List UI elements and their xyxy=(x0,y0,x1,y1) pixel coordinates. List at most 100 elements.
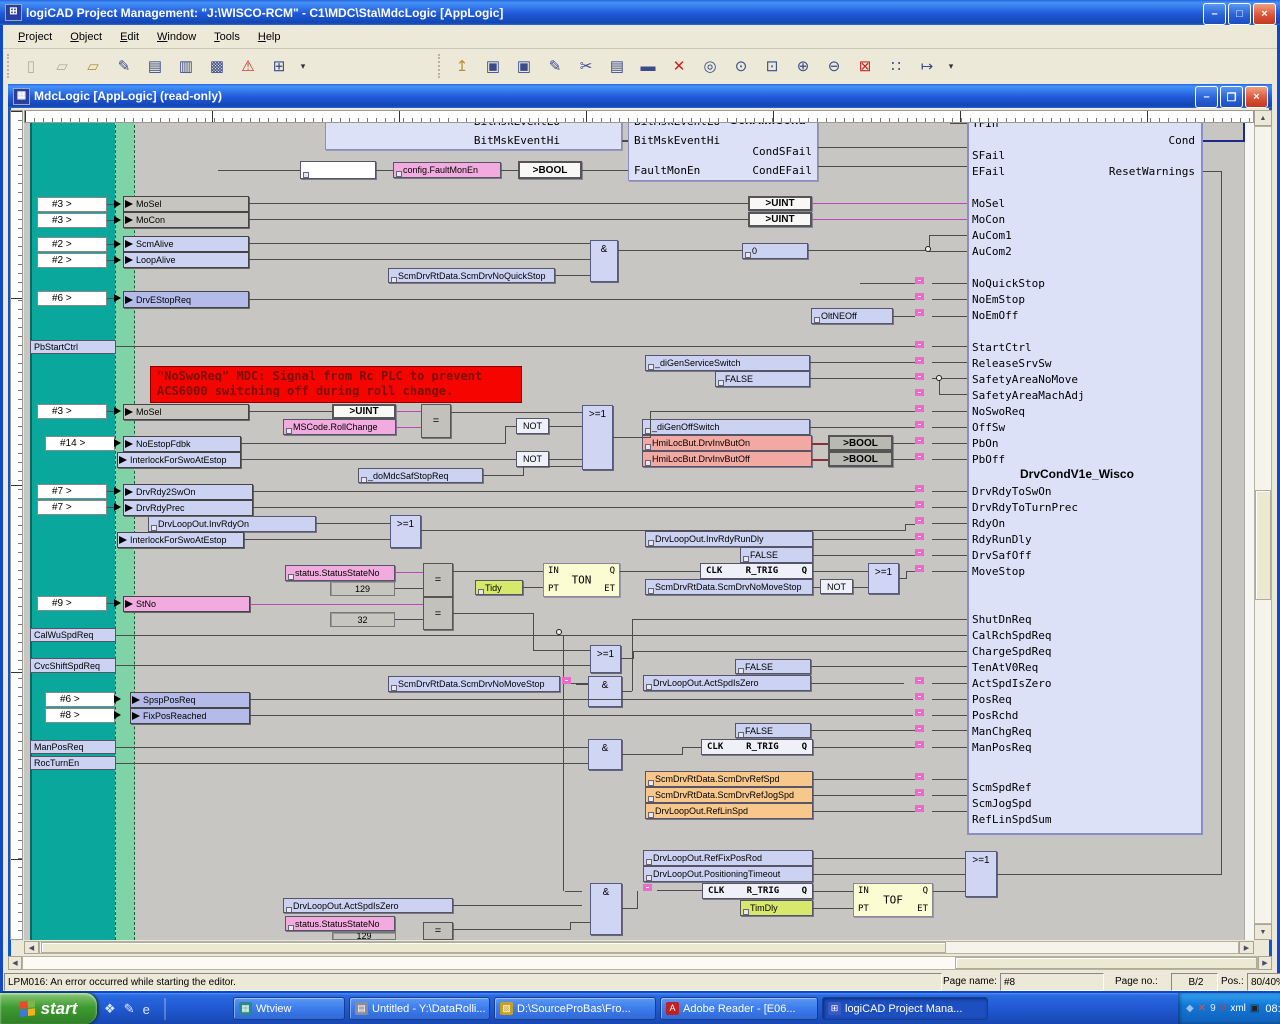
connector-tag-2[interactable]: #2 > xyxy=(37,237,107,252)
bool[interactable]: >BOOL xyxy=(518,161,582,179)
drvloopout-reffixposrod[interactable]: DrvLoopOut.RefFixPosRod xyxy=(643,850,813,866)
new-document-button[interactable]: ▯ xyxy=(17,53,45,80)
1[interactable]: >=1 xyxy=(582,405,613,470)
new-window-dropdown[interactable]: ▾ xyxy=(296,53,310,80)
menu-tools[interactable]: Tools xyxy=(207,29,247,45)
129[interactable]: 129 xyxy=(330,581,395,596)
child-minimize-button[interactable]: – xyxy=(1195,86,1218,108)
digenserviceswitch[interactable]: _diGenServiceSwitch xyxy=(645,355,810,371)
hmilocbut-drvinvbutoff[interactable]: HmiLocBut.DrvInvButOff xyxy=(642,451,812,467)
connector-tag-2[interactable]: #2 > xyxy=(37,253,107,268)
zoom-in-button[interactable]: ⊕ xyxy=(789,53,817,80)
digenoffswitch[interactable]: _diGenOffSwitch xyxy=(642,419,810,435)
scroll-left-button[interactable]: ◀ xyxy=(24,941,39,954)
32[interactable]: 32 xyxy=(330,612,395,627)
parent-folder-button[interactable]: ↥ xyxy=(448,53,476,80)
tray-icon-1[interactable]: ◆ xyxy=(1186,1003,1194,1015)
connection-dropdown[interactable]: ▾ xyxy=(944,53,958,80)
node[interactable]: = xyxy=(421,404,451,438)
bool[interactable]: >BOOL xyxy=(828,451,893,467)
connector-tag-3[interactable]: #3 > xyxy=(37,197,107,212)
false[interactable]: FALSE xyxy=(735,723,811,738)
drvloopout-invrdyon[interactable]: DrvLoopOut.InvRdyOn xyxy=(148,516,316,532)
save-button[interactable]: ▣ xyxy=(479,53,507,80)
mosel[interactable]: MoSel xyxy=(123,196,249,212)
drvrdyprec[interactable]: DrvRdyPrec xyxy=(123,500,253,516)
taskbar-item-adobe-reader-e06[interactable]: AAdobe Reader - [E06... xyxy=(660,997,818,1020)
zoom-window-button[interactable]: ⊡ xyxy=(758,53,786,80)
not[interactable]: NOT xyxy=(516,451,549,467)
manposreq[interactable]: ManPosReq xyxy=(30,740,116,754)
tray-icon-5[interactable]: xml xyxy=(1230,1003,1246,1015)
connector-tag-3[interactable]: #3 > xyxy=(37,213,107,228)
129[interactable]: 129 xyxy=(332,932,396,940)
copy-button[interactable]: ▤ xyxy=(603,53,631,80)
close-button[interactable]: × xyxy=(1253,3,1276,25)
interlockforswoatestop[interactable]: InterlockForSwoAtEstop xyxy=(117,452,241,468)
tof-timer-block[interactable]: INPTQETTOF xyxy=(853,883,933,917)
zoom-out-button[interactable]: ⊖ xyxy=(820,53,848,80)
status-statusstateno[interactable]: status.StatusStateNo xyxy=(285,565,395,581)
1[interactable]: >=1 xyxy=(590,645,621,673)
1[interactable]: >=1 xyxy=(390,515,421,548)
not[interactable]: NOT xyxy=(820,579,853,594)
toolbar-handle-2[interactable] xyxy=(438,54,444,78)
frame-scroll-right-button[interactable]: ▶ xyxy=(1258,956,1272,970)
maximize-button[interactable]: □ xyxy=(1228,3,1251,25)
node[interactable]: & xyxy=(590,240,618,282)
node[interactable]: & xyxy=(588,676,622,707)
draw-edit-button[interactable]: ✎ xyxy=(541,53,569,80)
taskbar-item-d-sourceprobas-fro[interactable]: ▨D:\SourceProBas\Fro... xyxy=(494,997,656,1020)
connection-mode-button[interactable]: ↦ xyxy=(913,53,941,80)
connector-tag-9[interactable]: #9 > xyxy=(37,596,107,611)
tidy[interactable]: Tidy xyxy=(475,580,523,595)
quicklaunch-icon-2[interactable]: ✎ xyxy=(124,1001,135,1017)
start-button[interactable]: start xyxy=(0,993,97,1024)
bool[interactable]: >BOOL xyxy=(828,435,893,451)
cvcshiftspdreq[interactable]: CvcShiftSpdReq xyxy=(30,658,116,673)
status-statusstateno[interactable]: status.StatusStateNo xyxy=(285,916,395,931)
node[interactable]: & xyxy=(590,883,622,935)
scmdrvrtdata-scmdrvnomovestop[interactable]: ScmDrvRtData.ScmDrvNoMoveStop xyxy=(645,579,813,595)
scmdrvrtdata-scmdrvrefspd[interactable]: ScmDrvRtData.ScmDrvRefSpd xyxy=(645,771,813,787)
node[interactable]: & xyxy=(588,739,622,770)
uint[interactable]: >UINT xyxy=(748,196,812,211)
calwuspdreq[interactable]: CalWuSpdReq xyxy=(30,628,116,642)
spspposreq[interactable]: SpspPosReq xyxy=(130,692,250,708)
scmdrvrtdata-scmdrvrefjogspd[interactable]: ScmDrvRtData.ScmDrvRefJogSpd xyxy=(645,787,813,803)
fixposreached[interactable]: FixPosReached xyxy=(130,708,250,724)
drvloopout-positioningtimeout[interactable]: DrvLoopOut.PositioningTimeout xyxy=(643,866,813,882)
domdcsafstopreq[interactable]: _doMdcSafStopReq xyxy=(358,468,483,483)
node[interactable]: = xyxy=(423,597,453,630)
drvloopout-actspdiszero[interactable]: DrvLoopOut.ActSpdIsZero xyxy=(283,898,453,913)
scmdrvrtdata-scmdrvnomovestop[interactable]: ScmDrvRtData.ScmDrvNoMoveStop xyxy=(388,676,560,692)
paste-button[interactable]: ▬ xyxy=(634,53,662,80)
tray-icon-3[interactable]: 9 xyxy=(1210,1003,1216,1015)
menu-help[interactable]: Help xyxy=(251,29,288,45)
menu-project[interactable]: Project xyxy=(11,29,59,45)
interlockforswoatestop[interactable]: InterlockForSwoAtEstop xyxy=(117,532,244,548)
scmalive[interactable]: ScmAlive xyxy=(123,236,249,252)
connector-tag-7[interactable]: #7 > xyxy=(37,500,107,515)
frame-scroll-left-button[interactable]: ◀ xyxy=(8,956,22,970)
mocon[interactable]: MoCon xyxy=(123,212,249,228)
tray-icon-4[interactable]: V xyxy=(1220,1003,1227,1015)
zoom-fit-button[interactable]: ⊠ xyxy=(851,53,879,80)
connector-tag-3[interactable]: #3 > xyxy=(37,404,107,419)
taskbar-item-untitled-y-datarolli[interactable]: ▤Untitled - Y:\DataRolli... xyxy=(349,997,490,1020)
drvestopreq[interactable]: DrvEStopReq xyxy=(123,291,249,308)
menu-object[interactable]: Object xyxy=(63,29,109,45)
quicklaunch-icon-1[interactable]: ❖ xyxy=(104,1001,116,1017)
node[interactable]: = xyxy=(423,922,453,940)
new-window-button[interactable]: ⊞ xyxy=(265,53,293,80)
false[interactable]: FALSE xyxy=(740,547,813,563)
delete-button[interactable]: ✕ xyxy=(665,53,693,80)
save-all-button[interactable]: ▣ xyxy=(510,53,538,80)
grid-button[interactable]: ∷ xyxy=(882,53,910,80)
r-trig-block[interactable]: CLKR_TRIGQ xyxy=(702,883,813,899)
taskbar-item-logicad-project-mana[interactable]: ⊞logiCAD Project Mana... xyxy=(822,997,988,1020)
scroll-up-button[interactable]: ▲ xyxy=(1254,110,1272,126)
child-close-button[interactable]: × xyxy=(1245,86,1268,108)
connector-tag-6[interactable]: #6 > xyxy=(37,291,107,306)
scmdrvrtdata-scmdrvnoquickstop[interactable]: ScmDrvRtData.ScmDrvNoQuickStop xyxy=(388,268,555,283)
